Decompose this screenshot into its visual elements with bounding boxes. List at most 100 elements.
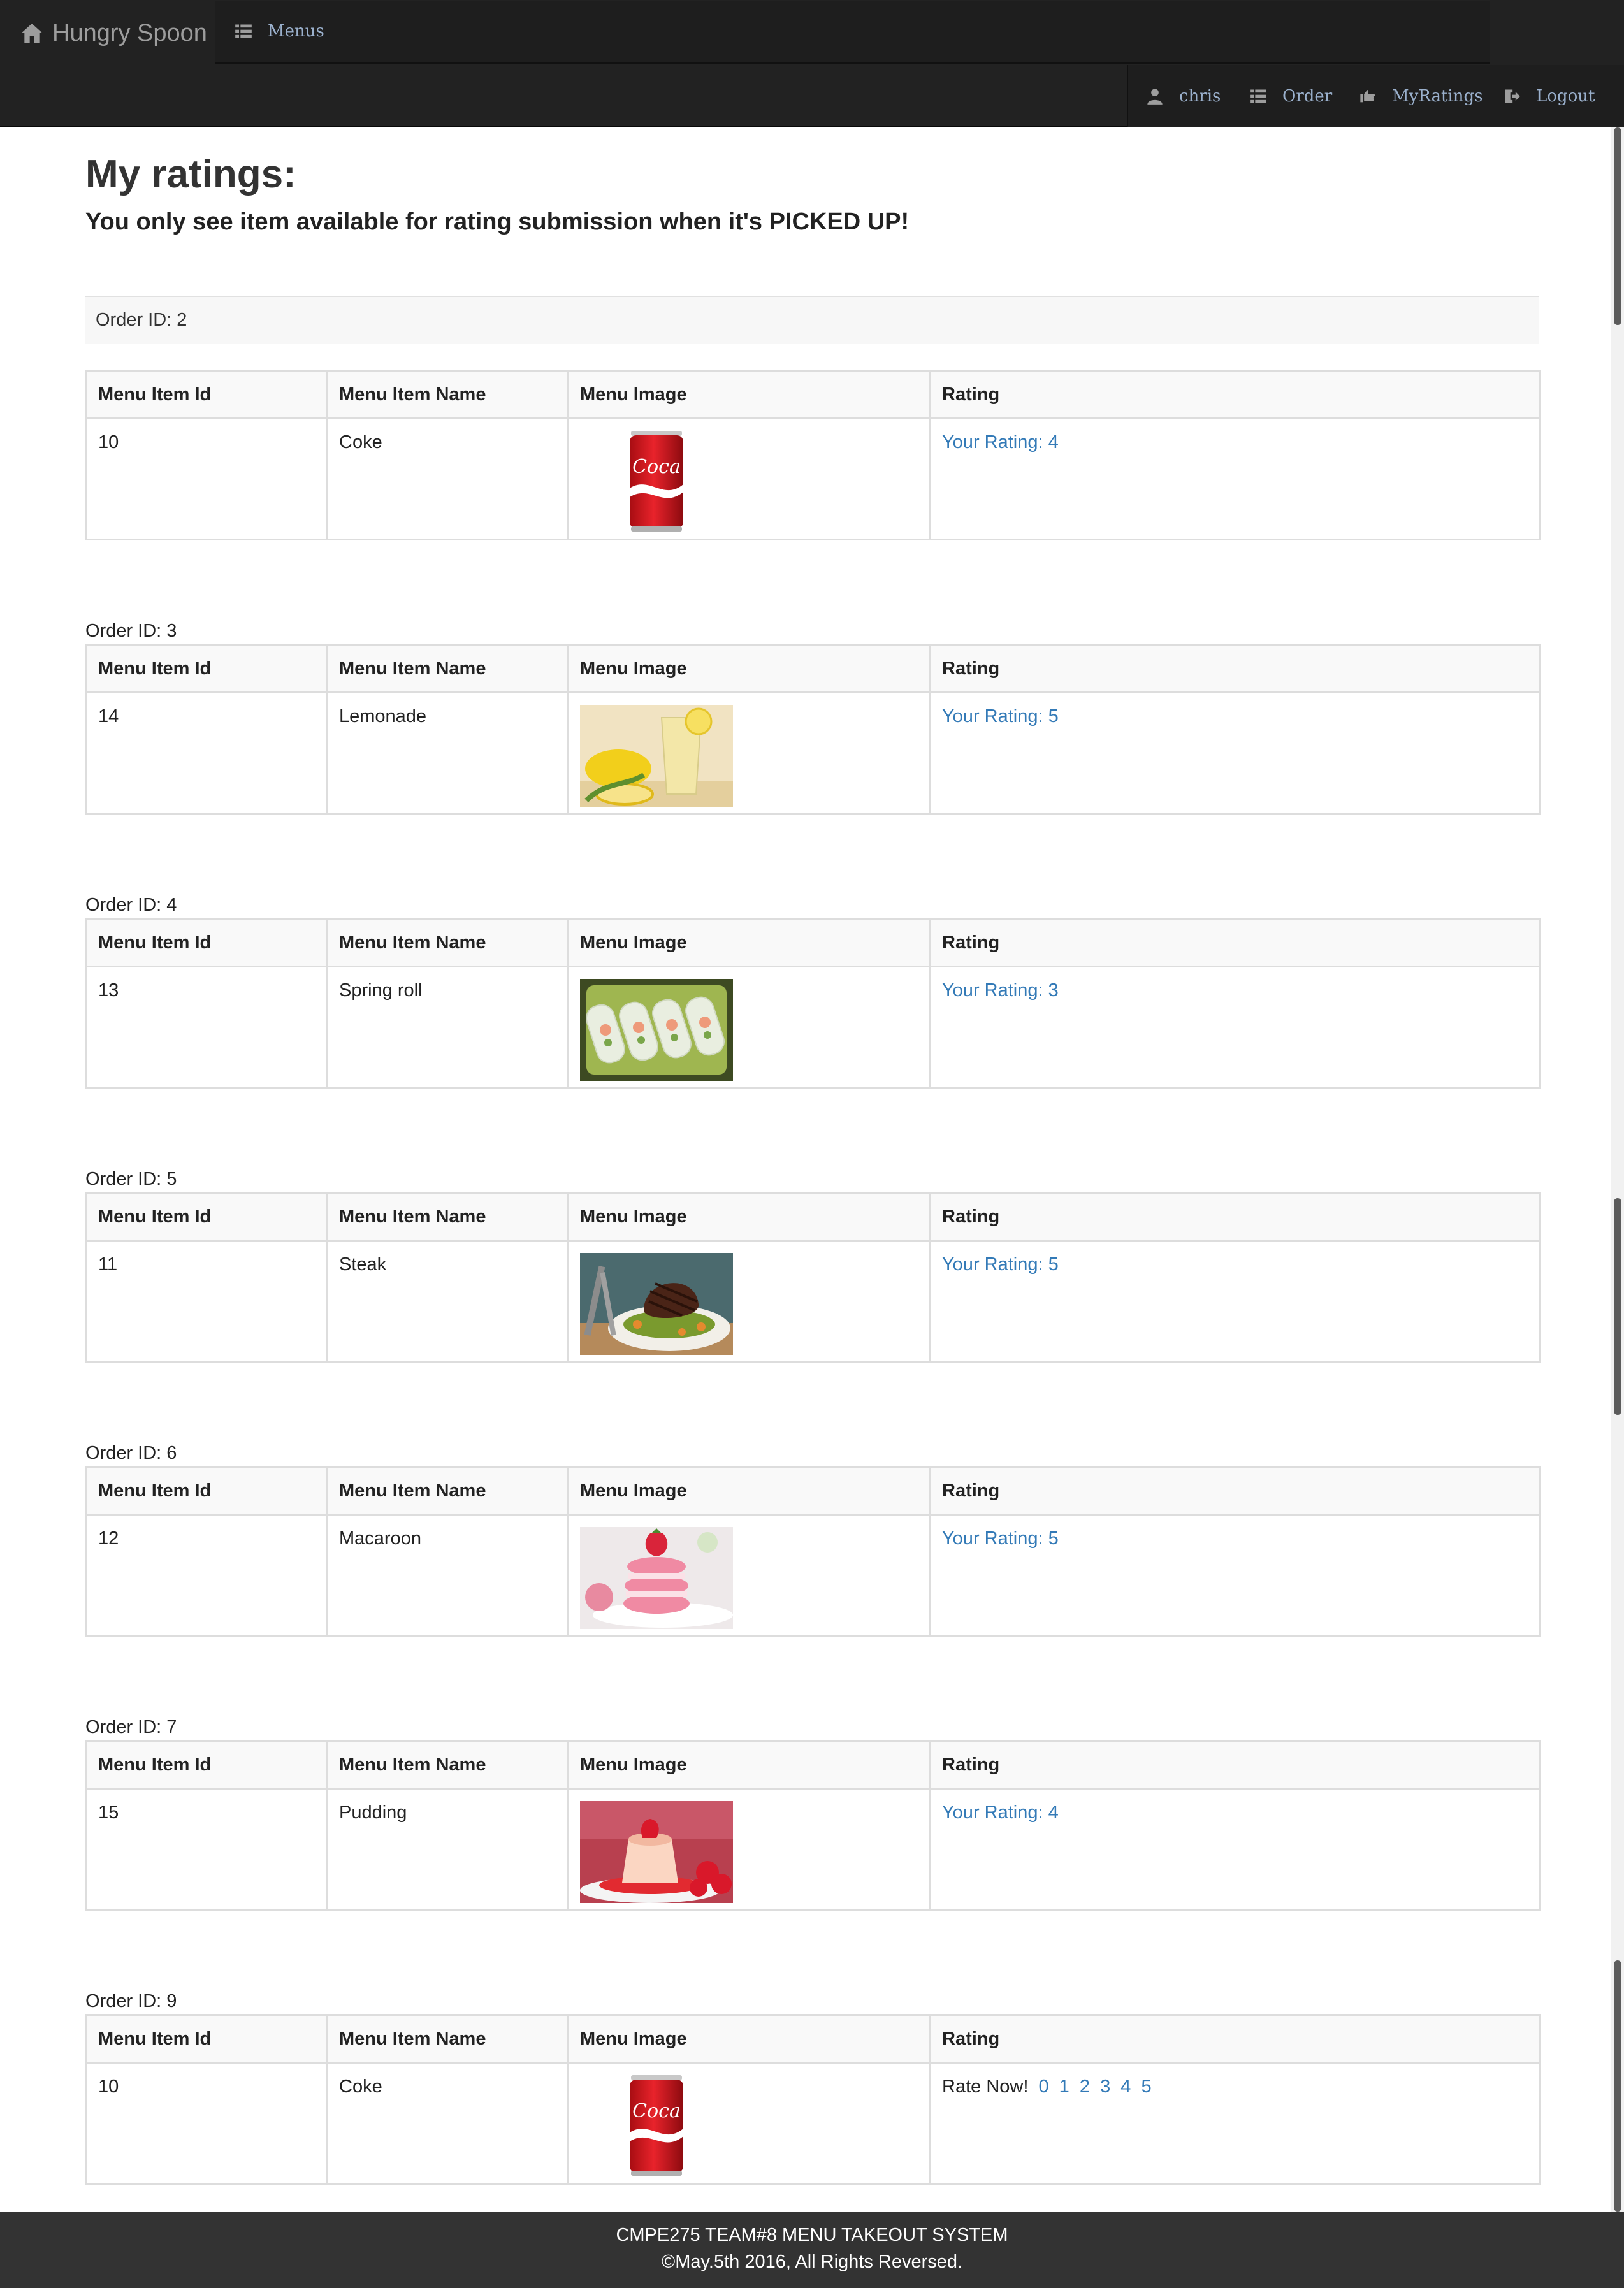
list-icon	[1250, 89, 1266, 103]
rating-cell: Your Rating: 5	[929, 691, 1541, 815]
header-menu-item-name: Menu Item Name	[326, 1466, 569, 1516]
coke-can-image: Coca	[630, 2075, 683, 2176]
your-rating-link[interactable]: Your Rating: 5	[942, 1528, 1059, 1549]
your-rating-link[interactable]: Your Rating: 4	[942, 432, 1059, 453]
rate-option-0[interactable]: 0	[1038, 2076, 1048, 2097]
nav-order[interactable]: Order	[1249, 87, 1332, 106]
table-row: 10 Coke Coca Your Rating: 4	[85, 417, 1541, 540]
header-menu-item-name: Menu Item Name	[326, 644, 569, 693]
table-row: 14 Lemonade Your Rating: 5	[85, 691, 1541, 815]
page-title: My ratings:	[85, 152, 296, 196]
rate-now-group: Rate Now! 0 1 2 3 4 5	[942, 2076, 1152, 2097]
nav-myratings-label: MyRatings	[1392, 87, 1483, 106]
scrollbar-thumb[interactable]	[1614, 127, 1621, 325]
header-menu-item-name: Menu Item Name	[326, 2014, 569, 2064]
your-rating-link[interactable]: Your Rating: 3	[942, 980, 1059, 1001]
rating-cell: Your Rating: 5	[929, 1240, 1541, 1363]
menu-item-id: 14	[85, 691, 328, 815]
brand-name: Hungry Spoon	[52, 19, 207, 47]
top-nav-bar	[215, 1, 1490, 64]
svg-text:Coca: Coca	[632, 456, 681, 478]
order-id-label: Order ID: 4	[85, 895, 177, 915]
lemonade-image	[580, 705, 733, 807]
scrollbar-thumb[interactable]	[1614, 1960, 1621, 2212]
order-id-label: Order ID: 5	[85, 1169, 177, 1189]
menu-image-cell	[567, 1514, 931, 1637]
table-row: 11 Steak Your Rating: 5	[85, 1240, 1541, 1363]
header-menu-item-id: Menu Item Id	[85, 370, 328, 419]
header-menu-item-id: Menu Item Id	[85, 2014, 328, 2064]
menu-item-id: 10	[85, 2062, 328, 2185]
nav-user[interactable]: chris	[1146, 87, 1221, 106]
rate-option-2[interactable]: 2	[1080, 2076, 1090, 2097]
ratings-table: Menu Item Id Menu Item Name Menu Image R…	[85, 918, 1541, 1089]
your-rating-link[interactable]: Your Rating: 4	[942, 1802, 1059, 1823]
menu-image-cell	[567, 691, 931, 815]
table-row: 15 Pudding Your Rating: 4	[85, 1788, 1541, 1911]
nav-menus[interactable]: Menus	[235, 22, 324, 41]
header-rating: Rating	[929, 1466, 1541, 1516]
macaroon-image	[580, 1527, 733, 1629]
coke-can-image: Coca	[630, 431, 683, 532]
footer-copyright: ©May.5th 2016, All Rights Reversed.	[661, 2252, 963, 2272]
menu-item-id: 11	[85, 1240, 328, 1363]
nav-logout-label: Logout	[1536, 87, 1595, 106]
ratings-table: Menu Item Id Menu Item Name Menu Image R…	[85, 1192, 1541, 1363]
menu-item-name: Steak	[326, 1240, 569, 1363]
header-menu-image: Menu Image	[567, 918, 931, 967]
table-header-row: Menu Item Id Menu Item Name Menu Image R…	[85, 370, 1541, 419]
nav-order-label: Order	[1282, 87, 1333, 106]
table-header-row: Menu Item Id Menu Item Name Menu Image R…	[85, 1466, 1541, 1516]
menu-item-name: Lemonade	[326, 691, 569, 815]
header-menu-item-id: Menu Item Id	[85, 1466, 328, 1516]
page-subtitle: You only see item available for rating s…	[85, 208, 910, 235]
nav-user-label: chris	[1179, 87, 1221, 106]
order-id-label: Order ID: 9	[85, 1991, 177, 2011]
ratings-table: Menu Item Id Menu Item Name Menu Image R…	[85, 644, 1541, 815]
rate-option-4[interactable]: 4	[1120, 2076, 1131, 2097]
header-menu-item-id: Menu Item Id	[85, 644, 328, 693]
menu-item-name: Coke	[326, 417, 569, 540]
top-navbar: Hungry Spoon Menus chris Order MyRatings…	[0, 0, 1624, 127]
brand-link[interactable]: Hungry Spoon	[19, 15, 207, 51]
menu-image-cell: Coca	[567, 417, 931, 540]
rate-option-5[interactable]: 5	[1141, 2076, 1151, 2097]
table-row: 13 Spring roll Your Rating: 3	[85, 966, 1541, 1089]
footer-title: CMPE275 TEAM#8 MENU TAKEOUT SYSTEM	[616, 2225, 1008, 2245]
your-rating-link[interactable]: Your Rating: 5	[942, 1254, 1059, 1275]
menu-item-name: Pudding	[326, 1788, 569, 1911]
ratings-table: Menu Item Id Menu Item Name Menu Image R…	[85, 1740, 1541, 1911]
spring-roll-image	[580, 979, 733, 1081]
table-header-row: Menu Item Id Menu Item Name Menu Image R…	[85, 644, 1541, 693]
order-id-label: Order ID: 6	[85, 1443, 177, 1463]
header-menu-item-name: Menu Item Name	[326, 918, 569, 967]
svg-text:Coca: Coca	[632, 2100, 681, 2122]
user-icon	[1147, 89, 1163, 105]
ratings-table: Menu Item Id Menu Item Name Menu Image R…	[85, 1466, 1541, 1637]
header-rating: Rating	[929, 644, 1541, 693]
header-menu-item-name: Menu Item Name	[326, 1740, 569, 1790]
your-rating-link[interactable]: Your Rating: 5	[942, 706, 1059, 727]
menu-item-id: 12	[85, 1514, 328, 1637]
nav-logout[interactable]: Logout	[1503, 87, 1595, 106]
footer: CMPE275 TEAM#8 MENU TAKEOUT SYSTEM ©May.…	[0, 2212, 1624, 2288]
table-row: 12 Macaroon Your Rating: 5	[85, 1514, 1541, 1637]
nav-myratings[interactable]: MyRatings	[1359, 87, 1483, 106]
header-rating: Rating	[929, 1740, 1541, 1790]
header-menu-image: Menu Image	[567, 2014, 931, 2064]
logout-icon	[1505, 89, 1520, 103]
menu-image-cell: Coca	[567, 2062, 931, 2185]
rate-option-3[interactable]: 3	[1100, 2076, 1110, 2097]
rate-option-1[interactable]: 1	[1059, 2076, 1069, 2097]
scrollbar[interactable]	[1611, 127, 1624, 2212]
header-rating: Rating	[929, 1192, 1541, 1242]
nav-menus-label: Menus	[268, 22, 324, 41]
menu-image-cell	[567, 1240, 931, 1363]
table-row: 10 Coke Coca Rate Now! 0 1 2 3 4 5	[85, 2062, 1541, 2185]
scrollbar-thumb[interactable]	[1614, 1198, 1621, 1415]
header-menu-image: Menu Image	[567, 1192, 931, 1242]
header-menu-item-name: Menu Item Name	[326, 1192, 569, 1242]
order-id-label: Order ID: 7	[85, 1717, 177, 1737]
header-menu-item-id: Menu Item Id	[85, 1740, 328, 1790]
home-icon	[21, 24, 43, 43]
